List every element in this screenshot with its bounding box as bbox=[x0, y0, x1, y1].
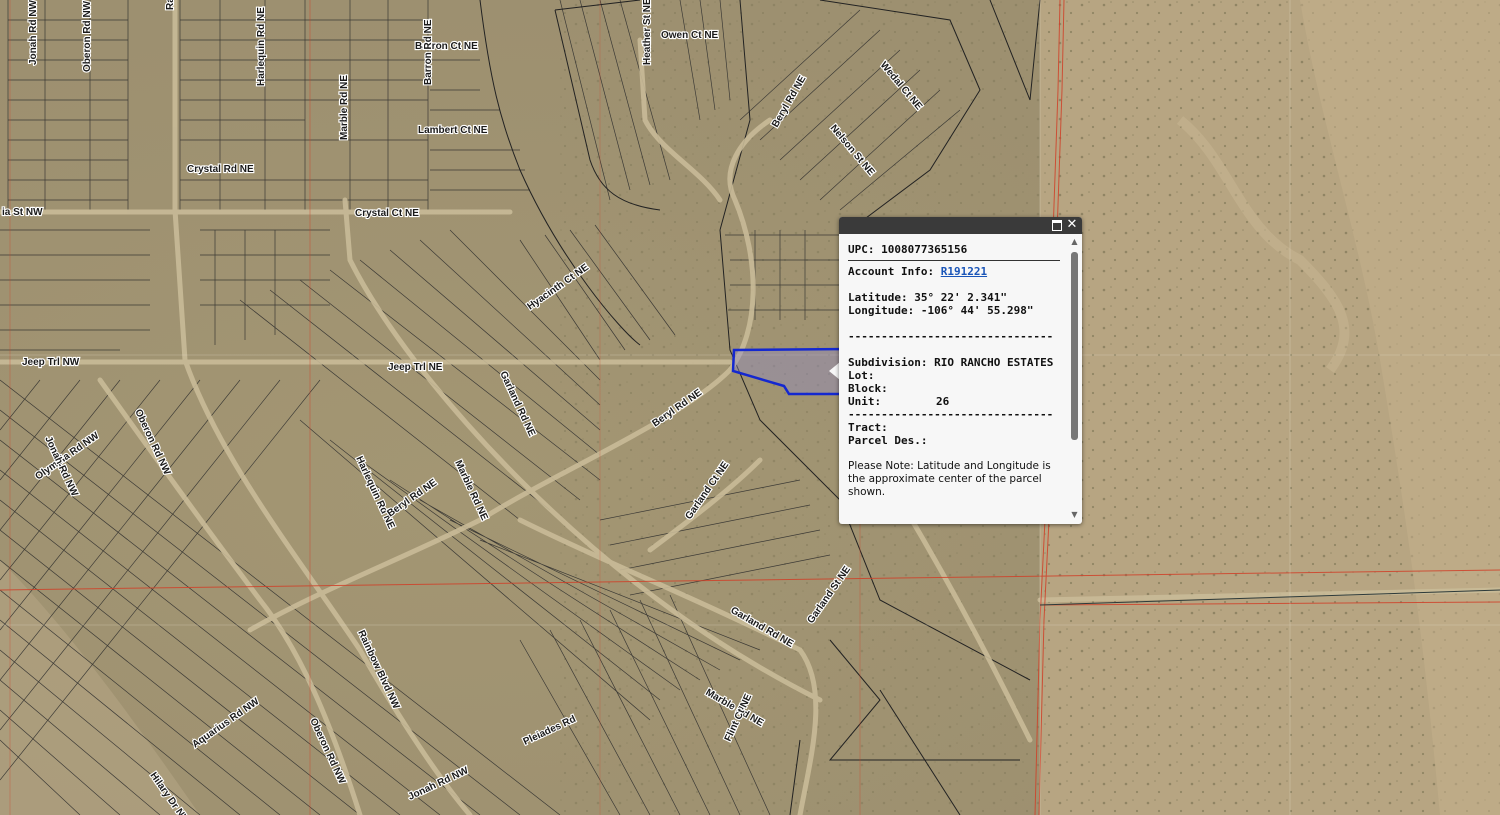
parcel-info-popup: ✕ UPC: 1008077365156 Account Info: R1912… bbox=[839, 217, 1082, 524]
street-label: Oberon Rd NW bbox=[82, 0, 93, 72]
map-view[interactable]: Barron Ct NEOwen Ct NERainbow Blvd NWHar… bbox=[0, 0, 1500, 815]
scroll-thumb[interactable] bbox=[1071, 252, 1078, 440]
subdivision-value: RIO RANCHO ESTATES bbox=[934, 356, 1054, 369]
lot-row: Lot: bbox=[848, 369, 1060, 382]
longitude-row: Longitude: -106° 44' 55.298" bbox=[848, 304, 1060, 317]
unit-row: Unit: 26 bbox=[848, 395, 1060, 408]
parcel-des-row: Parcel Des.: bbox=[848, 434, 1060, 447]
account-label: Account Info: bbox=[848, 265, 935, 278]
subdivision-row: Subdivision: RIO RANCHO ESTATES bbox=[848, 356, 1060, 369]
subdivision-label: Subdivision: bbox=[848, 356, 928, 369]
street-label: Jeep Trl NE bbox=[388, 362, 443, 373]
dash-divider: ------------------------------- bbox=[848, 330, 1054, 343]
latitude-value: 35° 22' 2.341" bbox=[914, 291, 1007, 304]
street-label: Harlequin Rd NE bbox=[256, 7, 267, 86]
unit-label: Unit: bbox=[848, 395, 882, 408]
popup-divider-line bbox=[848, 260, 1060, 261]
popup-titlebar: ✕ bbox=[839, 217, 1082, 234]
latitude-row: Latitude: 35° 22' 2.341" bbox=[848, 291, 1060, 304]
account-link[interactable]: R191221 bbox=[941, 265, 987, 278]
street-label: Barron Rd NE bbox=[423, 19, 434, 85]
dash-divider: ------------------------------- bbox=[848, 408, 1054, 421]
tract-label: Tract: bbox=[848, 421, 888, 434]
street-label: Owen Ct NE bbox=[661, 30, 719, 41]
block-row: Block: bbox=[848, 382, 1060, 395]
parcel-des-label: Parcel Des.: bbox=[848, 434, 928, 447]
street-label: Jeep Trl NW bbox=[22, 357, 80, 368]
upc-value: 1008077365156 bbox=[881, 243, 968, 256]
scroll-up-icon[interactable]: ▲ bbox=[1069, 237, 1080, 247]
coordinate-note: Please Note: Latitude and Longitude is t… bbox=[848, 460, 1051, 498]
popup-content: UPC: 1008077365156 Account Info: R191221… bbox=[848, 243, 1060, 499]
street-label: Rainbow Blvd NW bbox=[165, 0, 176, 10]
map-canvas[interactable]: Barron Ct NEOwen Ct NERainbow Blvd NWHar… bbox=[0, 0, 1500, 815]
longitude-value: -106° 44' 55.298" bbox=[920, 304, 1034, 317]
street-label: Lambert Ct NE bbox=[418, 125, 488, 136]
street-label: Heather St NE bbox=[642, 0, 653, 65]
account-row: Account Info: R191221 bbox=[848, 265, 1060, 278]
upc-label: UPC: bbox=[848, 243, 875, 256]
street-label: Marble Rd NE bbox=[339, 75, 350, 140]
latitude-label: Latitude: bbox=[848, 291, 908, 304]
unit-value: 26 bbox=[936, 395, 950, 408]
street-label: ia St NW bbox=[2, 207, 43, 218]
close-icon[interactable]: ✕ bbox=[1065, 218, 1079, 232]
street-label: Jonah Rd NW bbox=[28, 0, 39, 65]
lot-label: Lot: bbox=[848, 369, 875, 382]
street-label: Crystal Ct NE bbox=[355, 208, 419, 219]
tract-row: Tract: bbox=[848, 421, 1060, 434]
upc-row: UPC: 1008077365156 bbox=[848, 243, 1060, 256]
scroll-down-icon[interactable]: ▼ bbox=[1069, 510, 1080, 520]
longitude-label: Longitude: bbox=[848, 304, 915, 317]
block-label: Block: bbox=[848, 382, 888, 395]
popup-scrollbar[interactable]: ▲ ▼ bbox=[1069, 237, 1080, 520]
street-label: Crystal Rd NE bbox=[187, 164, 254, 175]
maximize-icon[interactable] bbox=[1050, 218, 1064, 232]
